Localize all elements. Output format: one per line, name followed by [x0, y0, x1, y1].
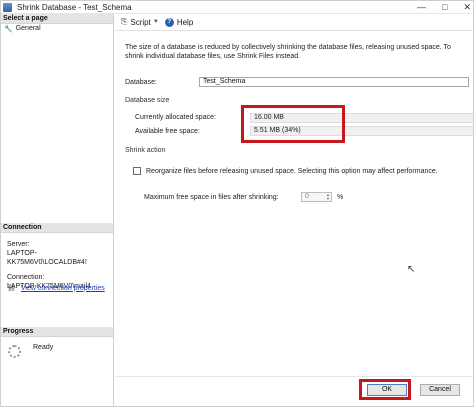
highlight-box-size — [241, 105, 345, 143]
title-bar: Shrink Database - Test_Schema — □ ✕ — [1, 1, 473, 14]
select-page-header: Select a page — [1, 14, 113, 24]
connection-label: Connection: — [7, 274, 45, 281]
window-title: Shrink Database - Test_Schema — [17, 2, 132, 12]
allocated-space-label: Currently allocated space: — [135, 114, 216, 121]
description-text: The size of a database is reduced by col… — [125, 44, 451, 60]
ok-button[interactable]: OK — [367, 384, 407, 396]
help-button[interactable]: ? Help — [164, 17, 194, 27]
server-value: LAPTOP-KK75M6V0\LOCALDB#4! — [7, 250, 87, 266]
page-item-label: General — [15, 25, 41, 32]
max-free-space-value: 0 — [305, 193, 309, 200]
mouse-cursor-icon: ↖ — [407, 264, 416, 275]
database-label: Database: — [125, 79, 157, 86]
minimize-button[interactable]: — — [417, 1, 426, 14]
help-icon: ? — [164, 17, 174, 27]
dialog-buttons: OK Cancel — [115, 376, 473, 406]
close-button[interactable]: ✕ — [463, 1, 471, 14]
app-icon — [3, 2, 12, 12]
view-connection-properties-link[interactable]: ⛓ View connection properties — [7, 284, 105, 293]
max-free-space-label: Maximum free space in files after shrink… — [144, 194, 279, 201]
script-icon: ⎘ — [121, 17, 128, 26]
shrink-action-title: Shrink action — [125, 147, 166, 154]
progress-header: Progress — [1, 327, 113, 337]
reorganize-checkbox[interactable] — [133, 167, 141, 175]
max-free-space-stepper[interactable]: 0 ▲ ▼ — [301, 192, 332, 202]
script-button[interactable]: ⎘ Script ▼ — [121, 17, 159, 27]
script-label: Script — [130, 17, 151, 27]
properties-icon: ⛓ — [7, 285, 16, 292]
wrench-icon: 🔧 — [4, 25, 13, 33]
connection-header: Connection — [1, 223, 113, 233]
view-connection-properties-label: View connection properties — [20, 284, 105, 292]
reorganize-label: Reorganize files before releasing unused… — [146, 168, 438, 175]
cancel-button[interactable]: Cancel — [420, 384, 460, 396]
chevron-down-icon[interactable]: ▼ — [153, 19, 159, 25]
database-size-title: Database size — [125, 97, 170, 104]
stepper-arrows-icon[interactable]: ▲ ▼ — [326, 193, 330, 201]
window-controls: — □ ✕ — [417, 1, 471, 14]
server-label: Server: — [7, 241, 30, 248]
progress-status: Ready — [33, 344, 54, 351]
toolbar: ⎘ Script ▼ ? Help — [115, 14, 473, 31]
percent-unit: % — [337, 194, 344, 201]
page-item-general[interactable]: 🔧 General — [1, 24, 113, 33]
left-pane: Select a page 🔧 General Connection Serve… — [1, 14, 114, 406]
database-field[interactable]: Test_Schema — [199, 77, 469, 87]
help-label: Help — [176, 17, 194, 27]
maximize-button[interactable]: □ — [442, 1, 447, 14]
shrink-database-dialog: Shrink Database - Test_Schema — □ ✕ Sele… — [0, 0, 474, 407]
progress-spinner-icon — [8, 345, 21, 358]
right-pane: ⎘ Script ▼ ? Help The size of a database… — [115, 14, 473, 406]
free-space-label: Available free space: — [135, 128, 200, 135]
